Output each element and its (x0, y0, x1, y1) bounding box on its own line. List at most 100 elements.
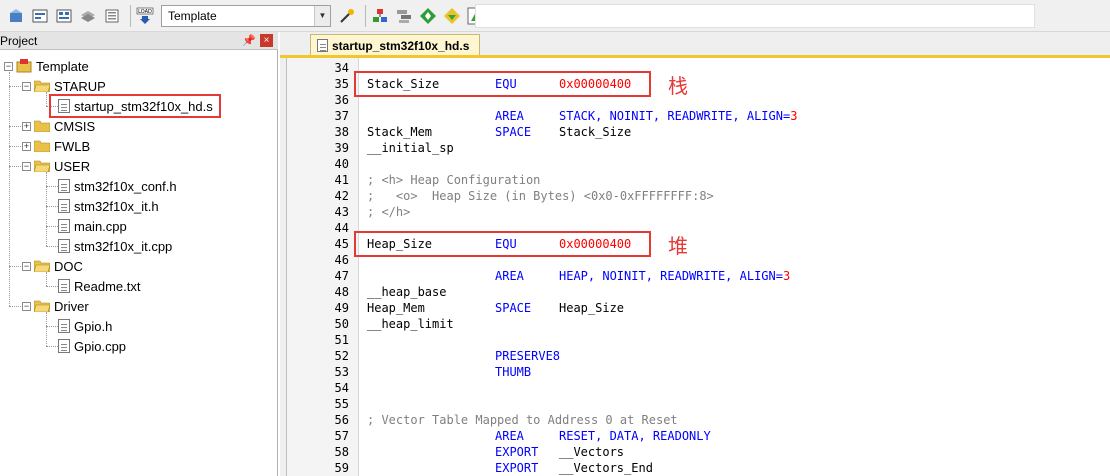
tree-group-driver[interactable]: − Driver (22, 296, 89, 316)
tree-group-doc[interactable]: − DOC (22, 256, 83, 276)
line-number: 58 (334, 445, 349, 459)
tree-connector (9, 166, 21, 167)
event-icon[interactable] (394, 6, 414, 26)
tree-connector (46, 326, 58, 327)
code-operand-text: RESET, DATA, READONLY (559, 429, 711, 443)
line-number: 52 (334, 349, 349, 363)
component-red-icon[interactable] (370, 6, 390, 26)
options-icon[interactable] (30, 6, 50, 26)
code-line: 53 THUMB (287, 364, 1107, 380)
group-label: STARUP (54, 78, 106, 94)
code-line: 48 __heap_base (287, 284, 1107, 300)
code-line: 59 EXPORT __Vectors_End (287, 460, 1107, 476)
pack-icon[interactable] (78, 6, 98, 26)
code-line: 37 AREA STACK, NOINIT, READWRITE, ALIGN=3 (287, 108, 1107, 124)
collapse-icon[interactable]: − (22, 161, 31, 171)
code-comment: ; <o> Heap Size (in Bytes) <0x0-0xFFFFFF… (367, 189, 714, 203)
tree-connector (9, 266, 21, 267)
group-label: FWLB (54, 138, 91, 154)
collapse-icon[interactable]: − (4, 61, 13, 71)
file-icon (58, 279, 70, 293)
group-label: USER (54, 158, 91, 174)
code-number: 3 (782, 269, 791, 283)
manage-components-icon[interactable] (6, 6, 26, 26)
code-label: Heap_Mem (367, 301, 425, 315)
tree-file[interactable]: stm32f10x_it.cpp (58, 236, 172, 256)
file-label: main.cpp (74, 218, 127, 234)
group-label: Driver (54, 298, 89, 314)
line-number: 36 (334, 93, 349, 107)
code-editor[interactable]: 34 35 Stack_Size EQU 0x00000400 36 37 AREA STACK… (286, 58, 1110, 476)
collapse-icon[interactable]: − (22, 301, 31, 311)
tree-root-template[interactable]: − Template (4, 56, 89, 76)
toolbar: LOAD Template ▼ (0, 0, 1110, 32)
tree-connector (9, 86, 21, 87)
yellow-diamond-icon[interactable] (442, 6, 462, 26)
options-alt-icon[interactable] (54, 6, 74, 26)
tree-connector (46, 92, 47, 106)
load-icon[interactable]: LOAD (135, 6, 155, 26)
code-line: 56 ; Vector Table Mapped to Address 0 at … (287, 412, 1107, 428)
collapse-icon[interactable]: − (22, 81, 31, 91)
tree-group-cmsis[interactable]: + CMSIS (22, 116, 95, 136)
file-label: stm32f10x_it.cpp (74, 238, 173, 254)
line-number: 45 (334, 237, 349, 251)
highlight-startup-file (49, 94, 221, 118)
code-line: 55 (287, 396, 1107, 412)
code-label: __initial_sp (367, 141, 454, 155)
line-number: 47 (334, 269, 349, 283)
line-number: 40 (334, 157, 349, 171)
expand-icon[interactable]: + (22, 121, 31, 131)
code-operand: Stack_Size (559, 125, 632, 139)
tree-connector (9, 72, 10, 306)
line-number: 49 (334, 301, 349, 315)
code-line: 57 AREA RESET, DATA, READONLY (287, 428, 1107, 444)
code-directive: AREA (495, 109, 524, 123)
tree-group-starup[interactable]: − STARUP (22, 76, 106, 96)
close-icon[interactable]: × (260, 34, 273, 47)
wizard-icon[interactable] (337, 6, 357, 26)
tree-connector (46, 246, 58, 247)
tab-startup-file[interactable]: startup_stm32f10x_hd.s (310, 34, 481, 56)
code-operand: RESET, DATA, READONLY (559, 428, 711, 444)
line-number: 50 (334, 317, 349, 331)
line-number: 35 (334, 77, 349, 91)
tree-file[interactable]: stm32f10x_conf.h (58, 176, 177, 196)
toolbar-blank-field (475, 4, 1035, 28)
project-panel-title: Project (0, 33, 38, 48)
tree-connector (9, 306, 21, 307)
file-label: stm32f10x_it.h (74, 198, 159, 214)
pin-icon[interactable]: 📌 (242, 34, 256, 47)
code-operand: __Vectors_End (559, 461, 653, 475)
tree-file[interactable]: Readme.txt (58, 276, 140, 296)
folder-icon (34, 120, 50, 132)
line-number: 57 (334, 429, 349, 443)
batch-icon[interactable] (102, 6, 122, 26)
tree-connector (46, 226, 58, 227)
highlight-stack-size (354, 71, 651, 97)
line-number: 43 (334, 205, 349, 219)
tree-connector (46, 272, 47, 286)
code-comment: ; Vector Table Mapped to Address 0 at Re… (367, 413, 678, 427)
tree-file[interactable]: main.cpp (58, 216, 127, 236)
code-operand-text: HEAP, NOINIT, READWRITE, ALIGN= (559, 269, 783, 283)
project-panel-header: Project 📌 × (0, 32, 278, 50)
code-line: 50 __heap_limit (287, 316, 1107, 332)
expand-icon[interactable]: + (22, 141, 31, 151)
code-directive: SPACE (495, 125, 532, 139)
collapse-icon[interactable]: − (22, 261, 31, 271)
tab-label: startup_stm32f10x_hd.s (332, 38, 470, 53)
green-diamond-icon[interactable] (418, 6, 438, 26)
tree-connector (46, 172, 47, 246)
code-line: 39 __initial_sp (287, 140, 1107, 156)
target-select[interactable]: Template ▼ (161, 4, 331, 27)
tree-group-user[interactable]: − USER (22, 156, 90, 176)
tree-group-fwlb[interactable]: + FWLB (22, 136, 90, 156)
tree-file[interactable]: Gpio.h (58, 316, 112, 336)
tree-file[interactable]: stm32f10x_it.h (58, 196, 159, 216)
tree-file[interactable]: Gpio.cpp (58, 336, 126, 356)
chevron-down-icon[interactable]: ▼ (314, 5, 330, 26)
code-line: 47 AREA HEAP, NOINIT, READWRITE, ALIGN=3 (287, 268, 1107, 284)
code-label: __heap_base (367, 285, 447, 299)
code-directive: AREA (495, 269, 524, 283)
